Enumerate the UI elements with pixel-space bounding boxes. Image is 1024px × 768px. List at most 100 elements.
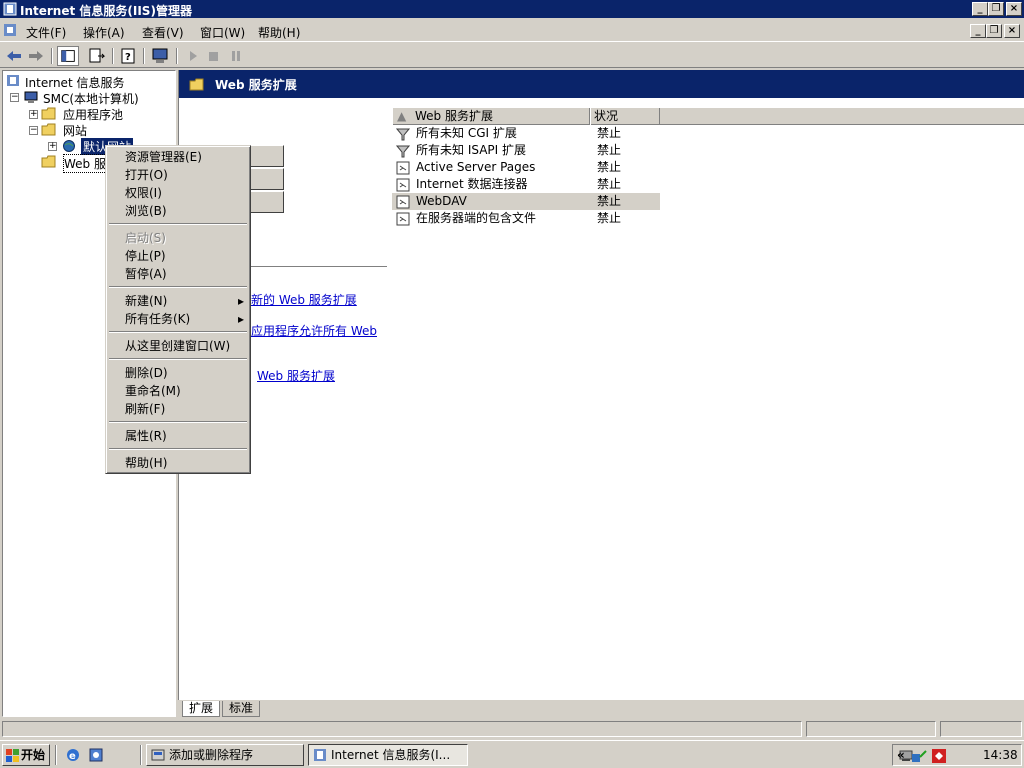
details-title: Web 服务扩展	[215, 78, 297, 92]
task-link-web-ext[interactable]: Web 服务扩展	[257, 367, 335, 384]
list-item[interactable]: 所有未知 CGI 扩展 禁止	[392, 125, 660, 142]
task-link-new-ext[interactable]: 新的 Web 服务扩展	[251, 291, 357, 308]
explorer-icon[interactable]	[88, 747, 104, 763]
ctx-start: 启动(S)	[125, 231, 166, 245]
column-header-name[interactable]: ▲ Web 服务扩展	[392, 108, 590, 125]
expand-toggle[interactable]: +	[48, 142, 57, 151]
folder-icon	[41, 155, 56, 168]
ctx-new[interactable]: 新建(N) ▸	[106, 292, 250, 310]
column-header-status[interactable]: 状况	[590, 108, 660, 125]
child-close-button[interactable]: ×	[1004, 24, 1020, 38]
list-item[interactable]: 所有未知 ISAPI 扩展 禁止	[392, 142, 660, 159]
submenu-arrow-icon: ▸	[237, 312, 244, 326]
filter-icon	[396, 145, 410, 158]
status-pane	[940, 721, 1022, 737]
help-icon[interactable]: ?	[118, 46, 140, 66]
menu-file[interactable]: 文件(F)	[26, 24, 66, 41]
tree-iis-root[interactable]: Internet 信息服务	[25, 74, 124, 91]
ctx-refresh[interactable]: 刷新(F)	[106, 400, 250, 418]
globe-icon	[63, 140, 75, 152]
menu-separator	[109, 331, 247, 333]
tree-websites[interactable]: 网站	[63, 122, 87, 139]
child-minimize-button[interactable]: _	[970, 24, 986, 38]
title-bar[interactable]: Internet 信息服务(IIS)管理器 _ ❐ ×	[0, 0, 1024, 18]
computer-icon	[24, 91, 38, 103]
child-restore-button[interactable]: ❐	[986, 24, 1002, 38]
ctx-rename[interactable]: 重命名(M)	[106, 382, 250, 400]
list-item[interactable]: 在服务器端的包含文件 禁止	[392, 210, 660, 227]
ctx-stop[interactable]: 停止(P)	[106, 247, 250, 265]
menu-bar: 文件(F) 操作(A) 查看(V) 窗口(W) 帮助(H) _ ❐ ×	[0, 20, 1024, 42]
export-list-icon[interactable]	[86, 46, 108, 66]
forward-icon[interactable]	[25, 46, 47, 66]
ie-icon[interactable]: e	[65, 747, 81, 763]
menu-separator	[109, 223, 247, 225]
tree-computer[interactable]: SMC(本地计算机)	[43, 90, 139, 107]
menu-separator	[109, 358, 247, 360]
windows-logo-icon	[6, 749, 19, 762]
pause-icon[interactable]	[225, 46, 247, 66]
folder-icon	[41, 123, 56, 136]
extension-icon	[396, 161, 410, 175]
filter-icon	[396, 128, 410, 141]
ctx-delete[interactable]: 删除(D)	[106, 364, 250, 382]
list-item[interactable]: Internet 数据连接器 禁止	[392, 176, 660, 193]
add-remove-icon	[151, 749, 165, 761]
ctx-new-window[interactable]: 从这里创建窗口(W)	[106, 337, 250, 355]
ctx-explore[interactable]: 资源管理器(E)	[106, 148, 250, 166]
clock[interactable]: 14:38	[983, 748, 1018, 762]
start-button[interactable]: 开始	[2, 744, 50, 766]
ctx-help[interactable]: 帮助(H)	[106, 454, 250, 472]
tree-apppool[interactable]: 应用程序池	[63, 106, 123, 123]
view-tabs: 扩展 标准	[178, 700, 1024, 718]
antivirus-tray-icon[interactable]	[931, 748, 947, 764]
menu-action[interactable]: 操作(A)	[83, 24, 125, 41]
menu-separator	[109, 286, 247, 288]
status-pane	[2, 721, 802, 737]
tab-extended[interactable]: 扩展	[182, 701, 221, 717]
connection-tray-icon[interactable]	[911, 748, 927, 764]
ctx-pause[interactable]: 暂停(A)	[106, 265, 250, 283]
folder-icon	[189, 78, 204, 91]
iis-root-icon	[7, 75, 19, 86]
menu-view[interactable]: 查看(V)	[142, 24, 184, 41]
tab-standard[interactable]: 标准	[222, 701, 261, 717]
start-label: 开始	[21, 748, 46, 762]
sort-asc-icon: ▲	[397, 109, 407, 123]
submenu-arrow-icon: ▸	[237, 294, 244, 308]
status-pane	[806, 721, 936, 737]
task-link-allow-all[interactable]: 应用程序允许所有 Web	[251, 322, 377, 339]
computer-icon[interactable]	[149, 46, 171, 66]
collapse-toggle[interactable]: −	[29, 126, 38, 135]
details-pane: Web 服务扩展 新的 Web 服务扩展 应用程序允许所有 Web Web 服务…	[178, 70, 1024, 717]
menu-window[interactable]: 窗口(W)	[200, 24, 245, 41]
list-item-selected[interactable]: WebDAV 禁止	[392, 193, 660, 210]
ctx-properties[interactable]: 属性(R)	[106, 427, 250, 445]
list-header: ▲ Web 服务扩展 状况	[392, 108, 1024, 125]
ctx-open[interactable]: 打开(O)	[106, 166, 250, 184]
toolbar-separator	[51, 48, 53, 64]
taskbar-app-add-remove[interactable]: 添加或删除程序	[146, 744, 304, 766]
tray-expand-button[interactable]: «	[897, 748, 905, 762]
ctx-all-tasks[interactable]: 所有任务(K) ▸	[106, 310, 250, 328]
status-bar	[0, 719, 1024, 739]
ctx-browse[interactable]: 浏览(B)	[106, 202, 250, 220]
back-icon[interactable]	[3, 46, 25, 66]
details-header: Web 服务扩展	[179, 70, 1024, 98]
play-icon[interactable]	[182, 46, 204, 66]
minimize-button[interactable]: _	[972, 2, 988, 16]
menu-help[interactable]: 帮助(H)	[258, 24, 300, 41]
taskbar-app-iis[interactable]: Internet 信息服务(I...	[308, 744, 468, 766]
close-button[interactable]: ×	[1006, 2, 1022, 16]
stop-icon[interactable]	[203, 46, 225, 66]
mmc-doc-icon	[4, 24, 16, 36]
expand-toggle[interactable]: +	[29, 110, 38, 119]
menu-separator	[109, 448, 247, 450]
ctx-permissions[interactable]: 权限(I)	[106, 184, 250, 202]
collapse-toggle[interactable]: −	[10, 93, 19, 102]
taskbar-separator	[55, 745, 57, 765]
restore-button[interactable]: ❐	[988, 2, 1004, 16]
show-tree-icon[interactable]	[57, 46, 79, 66]
toolbar-separator	[143, 48, 145, 64]
list-item[interactable]: Active Server Pages 禁止	[392, 159, 660, 176]
